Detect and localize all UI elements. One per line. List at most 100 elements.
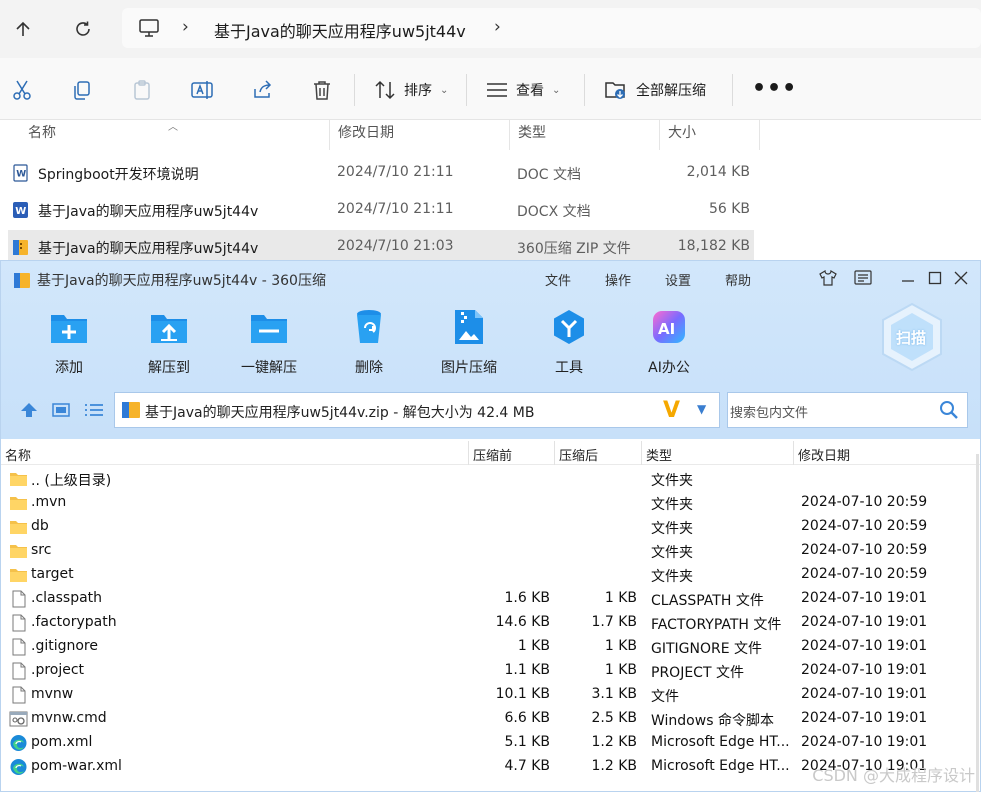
address-bar[interactable]: › 基于Java的聊天应用程序uw5jt44v ›	[122, 8, 981, 48]
archive-row[interactable]: pom.xml 5.1 KB 1.2 KB Microsoft Edge HT... 2…	[1, 731, 980, 755]
file-size: 56 KB	[708, 201, 750, 217]
file-type: DOC 文档	[517, 167, 582, 183]
search-icon[interactable]	[939, 400, 959, 420]
refresh-icon[interactable]	[66, 12, 100, 46]
archive-item-type: Microsoft Edge HT...	[651, 758, 790, 774]
toolbar-divider	[584, 74, 585, 106]
archive-row[interactable]: .. (上级目录) 文件夹	[1, 467, 980, 491]
list-view-icon[interactable]	[84, 401, 104, 419]
archive-path-text: 基于Java的聊天应用程序uw5jt44v.zip - 解包大小为 42.4 M…	[145, 405, 535, 421]
column-after-size[interactable]: 压缩后	[555, 445, 598, 464]
archive-item-date: 2024-07-10 20:59	[801, 494, 928, 510]
explorer-command-bar: 排序 ⌄ 查看 ⌄ 全部解压缩	[0, 58, 981, 120]
archive-item-before-size: 14.6 KB	[495, 614, 550, 630]
recycle-delete-icon	[349, 307, 389, 347]
sort-button[interactable]: 排序 ⌄	[374, 76, 448, 104]
scan-button[interactable]: 扫描	[879, 301, 945, 373]
toolbar-divider	[732, 74, 733, 106]
extract-to-button[interactable]: 解压到	[129, 307, 209, 377]
archive-item-after-size: 1 KB	[604, 590, 637, 606]
copy-icon[interactable]	[68, 76, 96, 104]
file-row[interactable]: W 基于Java的聊天应用程序uw5jt44v 2024/7/10 21:11 …	[8, 193, 754, 227]
watermark-text: CSDN @大成程序设计	[812, 766, 975, 785]
add-button[interactable]: 添加	[29, 307, 109, 377]
archive-row[interactable]: .factorypath 14.6 KB 1.7 KB FACTORYPATH 文件 2…	[1, 611, 980, 635]
column-type[interactable]: 类型	[510, 120, 660, 150]
archive-item-before-size: 10.1 KB	[495, 686, 550, 702]
folder-icon	[9, 494, 28, 512]
file-date: 2024/7/10 21:11	[337, 164, 454, 180]
archive-row[interactable]: mvnw 10.1 KB 3.1 KB 文件 2024-07-10 19:01	[1, 683, 980, 707]
column-size[interactable]: 大小	[660, 120, 760, 150]
scrollbar[interactable]	[976, 454, 979, 792]
archive-row[interactable]: .project 1.1 KB 1 KB PROJECT 文件 2024-07-10 1…	[1, 659, 980, 683]
up-arrow-icon[interactable]	[6, 12, 40, 46]
archive-row[interactable]: target 文件夹 2024-07-10 20:59	[1, 563, 980, 587]
breadcrumb-current[interactable]: 基于Java的聊天应用程序uw5jt44v	[214, 18, 466, 42]
dropdown-arrow-icon[interactable]: ▼	[697, 402, 706, 416]
archive-item-date: 2024-07-10 19:01	[801, 638, 928, 654]
file-icon	[9, 590, 28, 608]
archive-row[interactable]: .gitignore 1 KB 1 KB GITIGNORE 文件 2024-07-10…	[1, 635, 980, 659]
file-type: 360压缩 ZIP 文件	[517, 241, 631, 257]
folder-icon	[9, 470, 28, 488]
menu-file[interactable]: 文件	[545, 270, 571, 289]
archive-search-input[interactable]: 搜索包内文件	[727, 392, 968, 428]
column-date[interactable]: 修改日期	[794, 445, 850, 464]
archive-item-after-size: 3.1 KB	[591, 686, 638, 702]
column-date[interactable]: 修改日期	[330, 120, 510, 150]
minimize-icon[interactable]	[896, 267, 920, 289]
column-type[interactable]: 类型	[642, 445, 672, 464]
archive-row[interactable]: mvnw.cmd 6.6 KB 2.5 KB Windows 命令脚本 2024-07-…	[1, 707, 980, 731]
archive-row[interactable]: .mvn 文件夹 2024-07-10 20:59	[1, 491, 980, 515]
chevron-right-icon[interactable]: ›	[494, 17, 501, 37]
archive-item-before-size: 1 KB	[517, 638, 550, 654]
file-row[interactable]: W Springboot开发环境说明 2024/7/10 21:11 DOC 文…	[8, 156, 754, 190]
view-button[interactable]: 查看 ⌄	[486, 76, 560, 104]
archive-item-name: .. (上级目录)	[31, 473, 112, 489]
archive-item-after-size: 1.2 KB	[591, 734, 638, 750]
file-date: 2024/7/10 21:11	[337, 201, 454, 217]
archive-row[interactable]: .classpath 1.6 KB 1 KB CLASSPATH 文件 2024-07-…	[1, 587, 980, 611]
delete-button[interactable]: 删除	[329, 307, 409, 377]
file-row-selected[interactable]: 基于Java的聊天应用程序uw5jt44v 2024/7/10 21:03 36…	[8, 230, 754, 264]
close-icon[interactable]	[949, 267, 973, 289]
menu-settings[interactable]: 设置	[665, 270, 691, 289]
archive-row[interactable]: src 文件夹 2024-07-10 20:59	[1, 539, 980, 563]
rename-icon[interactable]	[188, 76, 216, 104]
v-logo-icon[interactable]: V	[663, 398, 680, 423]
column-before-size[interactable]: 压缩前	[469, 445, 512, 464]
column-name[interactable]: 名称	[20, 120, 330, 150]
file-icon	[9, 638, 28, 656]
ai-office-button[interactable]: AI AI办公	[629, 307, 709, 377]
cut-icon[interactable]	[8, 76, 36, 104]
file-name: Springboot开发环境说明	[38, 167, 199, 183]
archive-item-type: 文件夹	[651, 569, 693, 585]
add-label: 添加	[55, 360, 83, 376]
skin-icon[interactable]	[816, 267, 840, 289]
archive-path-bar[interactable]: 基于Java的聊天应用程序uw5jt44v.zip - 解包大小为 42.4 M…	[114, 392, 720, 428]
extract-all-button[interactable]: 全部解压缩	[604, 76, 706, 104]
column-name[interactable]: 名称	[1, 445, 31, 464]
thumbnail-view-icon[interactable]	[51, 401, 71, 419]
tools-button[interactable]: 工具	[529, 307, 609, 377]
chevron-right-icon: ›	[182, 17, 189, 37]
archive-item-date: 2024-07-10 19:01	[801, 734, 928, 750]
archive-item-date: 2024-07-10 19:01	[801, 710, 928, 726]
archive-item-type: 文件夹	[651, 497, 693, 513]
more-options-icon[interactable]: •••	[752, 76, 797, 101]
zip-file-icon	[13, 240, 28, 255]
delete-icon[interactable]	[308, 76, 336, 104]
extract-to-icon	[149, 307, 189, 347]
menu-operation[interactable]: 操作	[605, 270, 631, 289]
share-icon[interactable]	[248, 76, 276, 104]
menu-help[interactable]: 帮助	[725, 270, 751, 289]
one-click-extract-button[interactable]: 一键解压	[229, 307, 309, 377]
up-level-icon[interactable]	[19, 401, 39, 419]
paste-icon[interactable]	[128, 76, 156, 104]
archive-row[interactable]: db 文件夹 2024-07-10 20:59	[1, 515, 980, 539]
image-compress-button[interactable]: 图片压缩	[429, 307, 509, 377]
feedback-icon[interactable]	[851, 267, 875, 289]
zip-title-bar: 基于Java的聊天应用程序uw5jt44v - 360压缩	[13, 269, 326, 291]
maximize-icon[interactable]	[923, 267, 947, 289]
